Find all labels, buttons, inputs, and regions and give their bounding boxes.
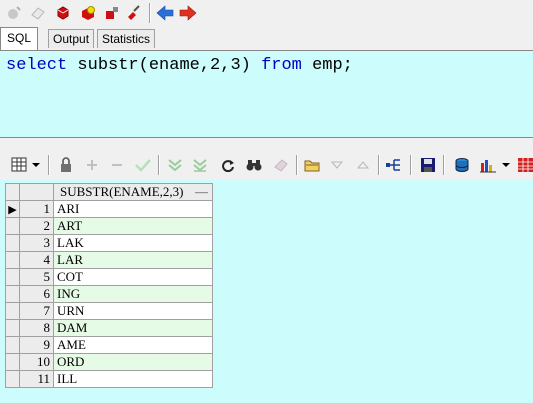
tab-output[interactable]: Output xyxy=(48,29,95,48)
sql-statement[interactable]: select substr(ename,2,3) from emp; xyxy=(6,56,353,75)
row-number-cell[interactable]: 7 xyxy=(19,302,54,320)
header-rownum-cell xyxy=(19,183,54,201)
value-cell[interactable]: LAK xyxy=(53,234,213,252)
tab-sql[interactable]: SQL xyxy=(0,27,39,50)
editor-tabs: SQL Output Statistics xyxy=(0,27,533,50)
row-indicator-cell[interactable] xyxy=(5,285,20,303)
table-row[interactable]: 7 URN xyxy=(5,302,213,320)
row-indicator-cell[interactable] xyxy=(5,319,20,337)
table-row[interactable]: 5 COT xyxy=(5,268,213,286)
column-header-substr[interactable]: SUBSTR(ENAME,2,3) — xyxy=(53,183,213,201)
save-icon[interactable] xyxy=(418,155,438,175)
table-row[interactable]: 3 LAK xyxy=(5,234,213,252)
splitter[interactable] xyxy=(0,138,533,150)
table-row[interactable]: 11 ILL xyxy=(5,370,213,388)
result-table: SUBSTR(ENAME,2,3) — ▶ 1 ARI 2 ART 3 LAK 4 LAR 5 COT… xyxy=(5,183,213,388)
value-cell[interactable]: URN xyxy=(53,302,213,320)
triangle-up-icon[interactable] xyxy=(353,155,373,175)
down-double-icon[interactable] xyxy=(165,155,185,175)
value-cell[interactable]: ARI xyxy=(53,200,213,218)
sql-editor[interactable]: select substr(ename,2,3) from emp; xyxy=(0,50,533,138)
refresh-icon[interactable] xyxy=(218,155,238,175)
dropdown-icon[interactable] xyxy=(30,155,42,175)
new-icon[interactable] xyxy=(4,3,24,23)
row-number-cell[interactable]: 1 xyxy=(19,200,54,218)
table-row[interactable]: ▶ 1 ARI xyxy=(5,200,213,218)
row-indicator-cell[interactable] xyxy=(5,251,20,269)
eraser-icon[interactable] xyxy=(271,155,291,175)
value-cell[interactable]: ILL xyxy=(53,370,213,388)
table-row[interactable]: 6 ING xyxy=(5,285,213,303)
grid-toolbar xyxy=(0,150,533,180)
result-grid-area: SUBSTR(ENAME,2,3) — ▶ 1 ARI 2 ART 3 LAK 4 LAR 5 COT… xyxy=(0,180,533,403)
row-indicator-cell[interactable] xyxy=(5,234,20,252)
sql-expression: substr(ename,2,3) xyxy=(77,56,251,75)
row-indicator-cell[interactable] xyxy=(5,370,20,388)
table-row[interactable]: 4 LAR xyxy=(5,251,213,269)
table-icon[interactable] xyxy=(516,155,533,175)
row-number-cell[interactable]: 6 xyxy=(19,285,54,303)
dropdown-icon[interactable] xyxy=(500,155,512,175)
value-cell[interactable]: ING xyxy=(53,285,213,303)
table-row[interactable]: 10 ORD xyxy=(5,353,213,371)
forward-arrow-icon[interactable] xyxy=(178,3,198,23)
minus-icon[interactable] xyxy=(107,155,127,175)
row-indicator-cell[interactable] xyxy=(5,336,20,354)
sort-indicator[interactable]: — xyxy=(195,185,208,200)
row-number-cell[interactable]: 11 xyxy=(19,370,54,388)
table-row[interactable]: 2 ART xyxy=(5,217,213,235)
down-double-icon-2[interactable] xyxy=(190,155,210,175)
value-cell[interactable]: DAM xyxy=(53,319,213,337)
grid-icon[interactable] xyxy=(10,155,30,175)
row-number-cell[interactable]: 8 xyxy=(19,319,54,337)
lock-icon[interactable] xyxy=(56,155,76,175)
tab-statistics[interactable]: Statistics xyxy=(97,29,156,48)
row-number-cell[interactable]: 2 xyxy=(19,217,54,235)
triangle-down-icon[interactable] xyxy=(327,155,347,175)
wrench-icon[interactable] xyxy=(124,3,144,23)
row-indicator-cell[interactable] xyxy=(5,353,20,371)
row-number-cell[interactable]: 9 xyxy=(19,336,54,354)
table-row[interactable]: 8 DAM xyxy=(5,319,213,337)
tree-icon[interactable] xyxy=(384,155,404,175)
pin-icon[interactable] xyxy=(102,3,122,23)
row-number-cell[interactable]: 4 xyxy=(19,251,54,269)
database-icon[interactable] xyxy=(452,155,472,175)
back-arrow-icon[interactable] xyxy=(155,3,175,23)
chart-icon[interactable] xyxy=(478,155,498,175)
main-toolbar xyxy=(0,0,533,26)
row-indicator-cell[interactable] xyxy=(5,217,20,235)
row-indicator-cell[interactable]: ▶ xyxy=(5,200,20,218)
value-cell[interactable]: ORD xyxy=(53,353,213,371)
add-icon[interactable] xyxy=(82,155,102,175)
table-row[interactable]: 9 AME xyxy=(5,336,213,354)
row-number-cell[interactable]: 5 xyxy=(19,268,54,286)
header-indicator-cell xyxy=(5,183,20,201)
row-indicator-cell[interactable] xyxy=(5,268,20,286)
execute-icon[interactable] xyxy=(53,3,73,23)
open-icon[interactable] xyxy=(78,3,98,23)
row-number-cell[interactable]: 3 xyxy=(19,234,54,252)
table-header-row: SUBSTR(ENAME,2,3) — xyxy=(5,183,213,201)
value-cell[interactable]: COT xyxy=(53,268,213,286)
value-cell[interactable]: ART xyxy=(53,217,213,235)
folder-icon[interactable] xyxy=(302,155,322,175)
row-number-cell[interactable]: 10 xyxy=(19,353,54,371)
eraser-icon[interactable] xyxy=(28,3,48,23)
value-cell[interactable]: LAR xyxy=(53,251,213,269)
check-icon[interactable] xyxy=(133,155,153,175)
sql-table-name: emp; xyxy=(312,56,353,75)
keyword-from: from xyxy=(261,56,302,75)
keyword-select: select xyxy=(6,56,68,75)
value-cell[interactable]: AME xyxy=(53,336,213,354)
binoculars-icon[interactable] xyxy=(244,155,264,175)
row-indicator-cell[interactable] xyxy=(5,302,20,320)
